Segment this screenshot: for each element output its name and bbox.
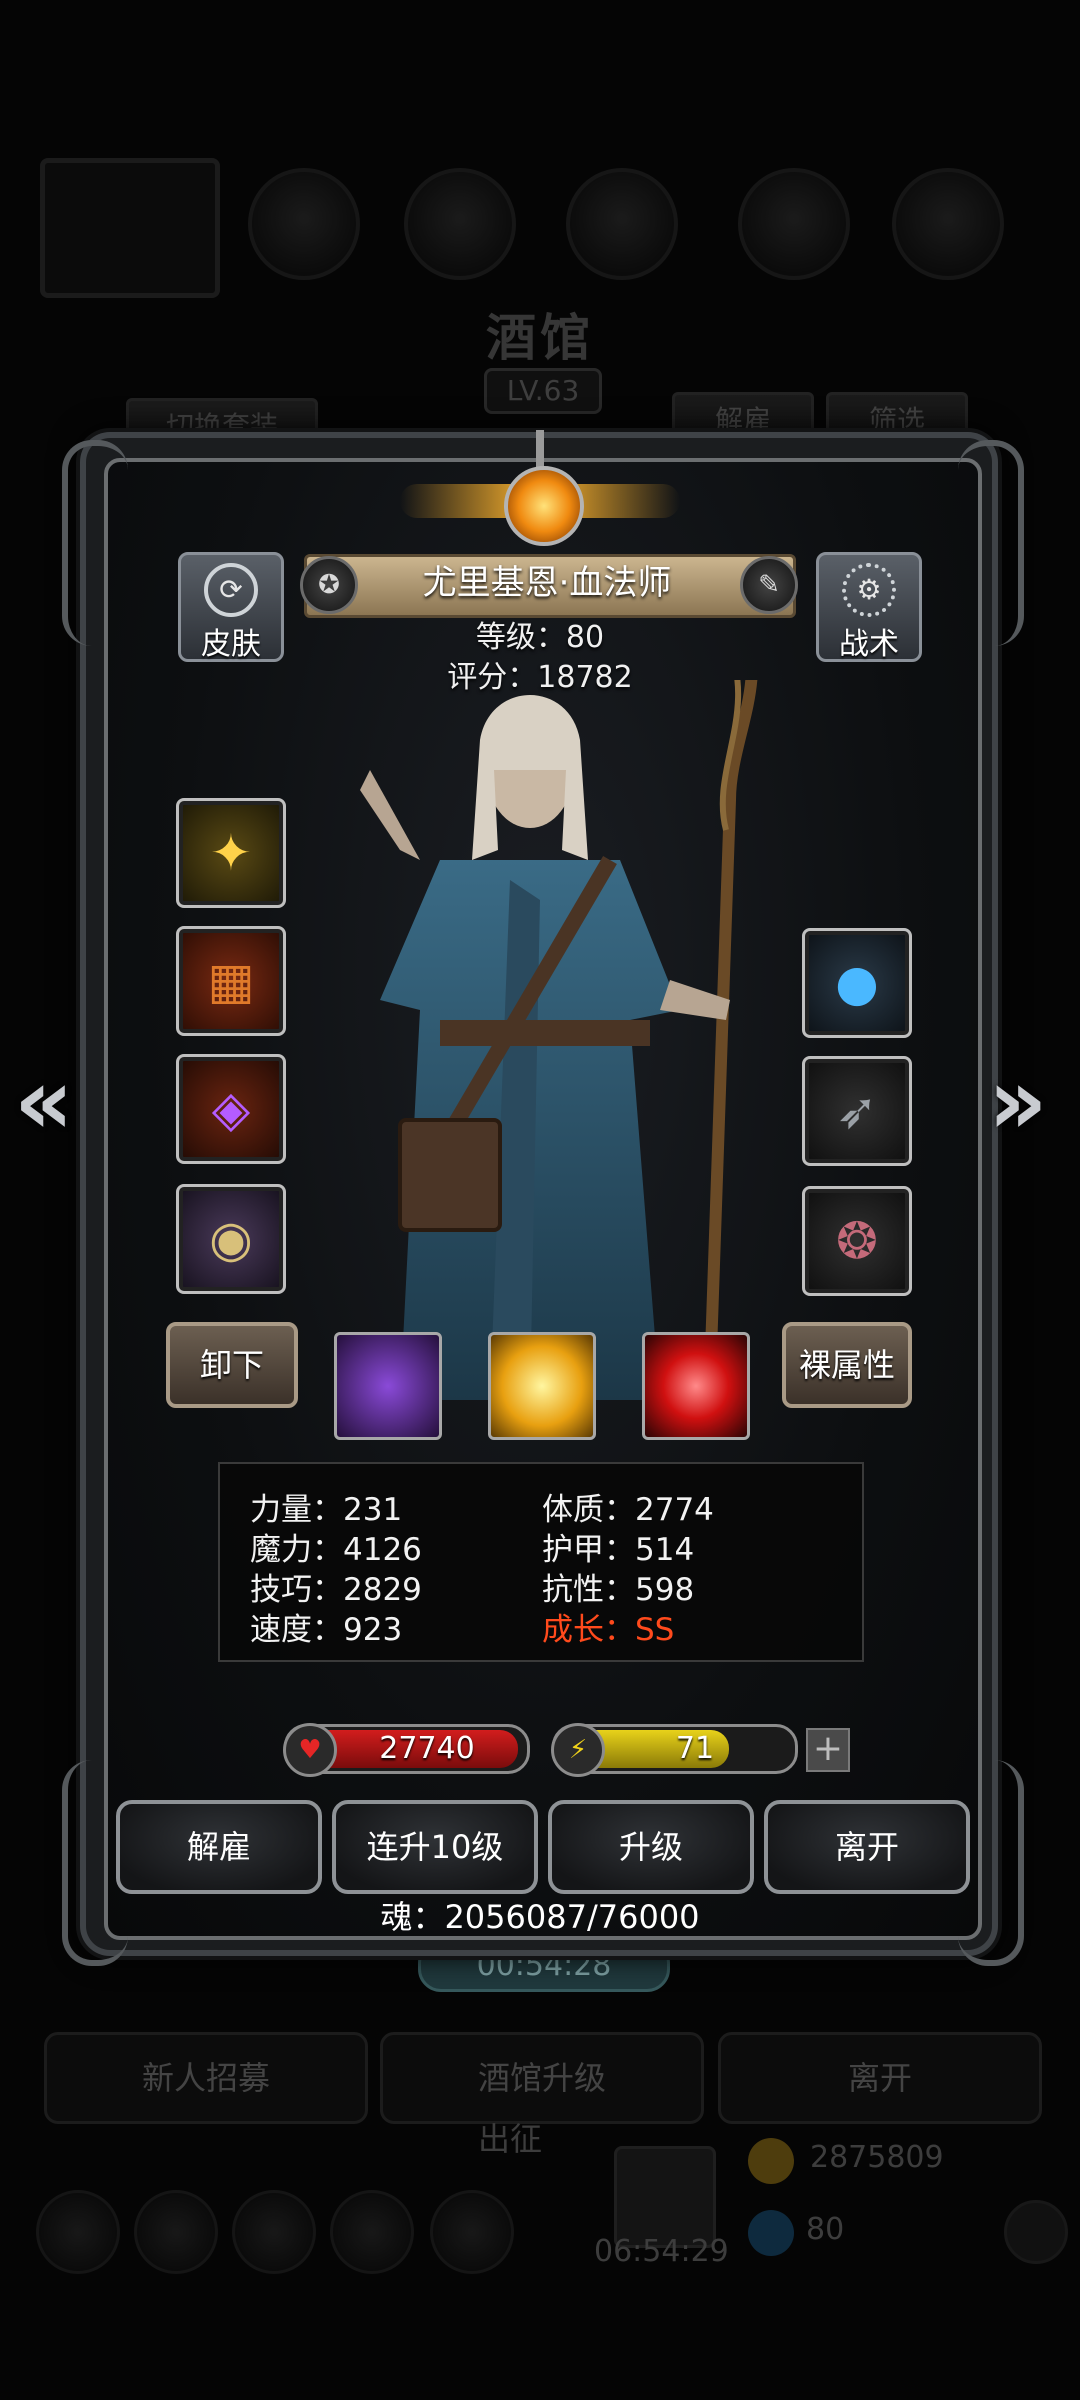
background-nav-icon [36, 2190, 120, 2274]
stat-magic: 魔力：4126 [250, 1532, 422, 1568]
equip-slot-orb[interactable]: ● [802, 928, 912, 1038]
stat-skill: 技巧：2829 [250, 1572, 422, 1608]
background-nav-icon [232, 2190, 316, 2274]
gear-icon: ⚙ [842, 563, 896, 617]
stat-constitution: 体质：2774 [542, 1492, 714, 1528]
gift-box-icon [614, 2146, 716, 2248]
gold-coin-icon [748, 2138, 794, 2184]
gem-icon [748, 2210, 794, 2256]
level-up-button[interactable]: 升级 [548, 1800, 754, 1894]
hero-name: 尤里基恩·血法师 [422, 563, 672, 603]
stat-growth: 成长：SS [542, 1612, 675, 1648]
background-nav-icon [330, 2190, 414, 2274]
upgrade-tavern-button: 酒馆升级 [380, 2032, 704, 2124]
stat-strength: 力量：231 [250, 1492, 403, 1528]
stat-resistance: 抗性：598 [542, 1572, 695, 1608]
staff-icon: ✦ [210, 824, 252, 882]
level-up-10-button[interactable]: 连升10级 [332, 1800, 538, 1894]
background-menu-icon [738, 168, 850, 280]
expedition-label: 出征 [478, 2120, 543, 2158]
stat-speed: 速度：923 [250, 1612, 403, 1648]
unequip-button[interactable]: 卸下 [166, 1322, 298, 1408]
chevron-right-icon[interactable]: » [988, 1048, 1047, 1155]
skill-blood-icon[interactable] [642, 1332, 750, 1440]
hp-bar: ♥ 27740 [283, 1723, 530, 1777]
pencil-icon[interactable]: ✎ [740, 556, 798, 614]
bare-stats-button[interactable]: 裸属性 [782, 1322, 912, 1408]
stats-panel: 力量：231 魔力：4126 技巧：2829 速度：923 体质：2774 护甲… [218, 1462, 864, 1662]
background-portrait-frame [40, 158, 220, 298]
refresh-shirt-icon: ⟳ [204, 563, 258, 617]
sun-emblem-icon [504, 466, 584, 546]
plus-icon[interactable]: + [806, 1728, 850, 1772]
chevron-left-icon[interactable]: « [14, 1048, 73, 1155]
equip-slot-armor[interactable]: ▦ [176, 926, 286, 1036]
equip-slot-amulet[interactable]: ◈ [176, 1054, 286, 1164]
equip-slot-bracer[interactable]: ➶ [802, 1056, 912, 1166]
background-title: 酒馆 [486, 309, 594, 367]
equip-slot-relic[interactable]: ❂ [802, 1186, 912, 1296]
skill-shadow-icon[interactable] [334, 1332, 442, 1440]
emblem-spike [536, 430, 544, 470]
energy-value: 71 [675, 1731, 715, 1766]
equip-slot-weapon[interactable]: ✦ [176, 798, 286, 908]
background-level-badge: LV.63 [484, 368, 602, 414]
eye-charm-icon: ◉ [209, 1210, 253, 1268]
background-menu-icon [404, 168, 516, 280]
background-nav-icon [134, 2190, 218, 2274]
background-side-icon [1004, 2200, 1068, 2264]
background-menu-icon [248, 168, 360, 280]
stat-armor: 护甲：514 [542, 1532, 695, 1568]
bracer-icon: ➶ [836, 1082, 878, 1140]
background-nav-icon [430, 2190, 514, 2274]
background-leave-button: 离开 [718, 2032, 1042, 2124]
soul-count: 魂：2056087/76000 [380, 1898, 700, 1936]
recruit-button: 新人招募 [44, 2032, 368, 2124]
equip-slot-trinket[interactable]: ◉ [176, 1184, 286, 1294]
robe-icon: ▦ [207, 952, 255, 1010]
background-menu-icon [892, 168, 1004, 280]
hp-value: 27740 [379, 1731, 475, 1766]
background-menu-icon [566, 168, 678, 280]
background-bottom-timer: 06:54:29 [594, 2234, 729, 2269]
orb-icon: ● [835, 954, 879, 1012]
amulet-icon: ◈ [211, 1080, 251, 1138]
skill-burst-icon[interactable] [488, 1332, 596, 1440]
hero-level: 等级：80 [475, 620, 605, 655]
gem-count: 80 [806, 2212, 845, 2247]
energy-bar: ⚡ 71 [551, 1723, 798, 1777]
relic-icon: ❂ [836, 1212, 878, 1270]
dismiss-button[interactable]: 解雇 [116, 1800, 322, 1894]
gold-amount: 2875809 [810, 2140, 944, 2175]
leave-button[interactable]: 离开 [764, 1800, 970, 1894]
